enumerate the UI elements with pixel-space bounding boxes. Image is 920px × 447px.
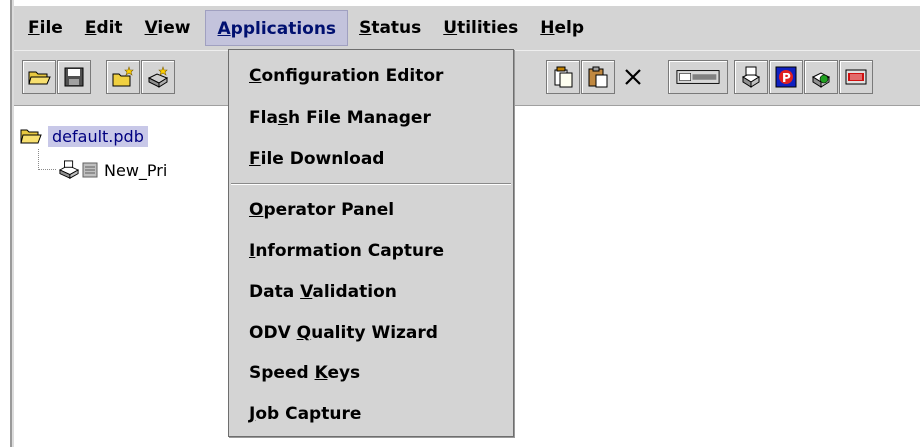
menu-item-mnemonic: C (249, 66, 262, 86)
menu-applications[interactable]: Applications (205, 10, 349, 46)
applications-dropdown-menu: Configuration Editor Flash File Manager … (228, 49, 514, 437)
menu-bar: File Edit View Applications Status Utili… (14, 6, 920, 50)
copy-icon (554, 66, 573, 88)
tree-connector-vertical (38, 149, 39, 170)
menu-item-label-rest: h File Manager (288, 108, 431, 128)
menu-file-mnemonic: F (28, 18, 40, 38)
menu-view-mnemonic: V (144, 18, 158, 38)
menu-item-label-rest: ile Download (260, 149, 385, 169)
menu-item-file-download[interactable]: File Download (249, 149, 384, 169)
open-folder-icon (28, 71, 51, 85)
new-printer-icon (147, 66, 169, 88)
delete-button[interactable] (616, 60, 650, 94)
menu-item-label-rest: onfiguration Editor (261, 66, 444, 86)
menu-help-rest: elp (554, 18, 585, 38)
paste-icon (588, 66, 608, 88)
menu-item-mnemonic: s (277, 108, 289, 128)
menu-item-data-validation[interactable]: Data Validation (249, 282, 397, 302)
menu-item-mnemonic: K (314, 363, 328, 383)
tree-child-node[interactable]: New_Pri (58, 157, 167, 183)
menu-file[interactable]: File (14, 10, 74, 46)
application-window: File Edit View Applications Status Utili… (0, 0, 920, 447)
copy-button[interactable] (546, 60, 580, 94)
ppd-icon: P (775, 66, 797, 88)
media-icon (845, 69, 867, 85)
menu-item-label-prefix: Speed (249, 363, 315, 383)
printer-settings-button[interactable] (734, 60, 768, 94)
new-printer-button[interactable] (141, 60, 175, 94)
menu-edit[interactable]: Edit (74, 10, 134, 46)
list-icon (82, 162, 98, 178)
menu-view[interactable]: View (134, 10, 202, 46)
menu-item-label-rest: uality Wizard (311, 323, 438, 343)
menu-item-label-prefix: Fla (249, 108, 278, 128)
paste-button[interactable] (581, 60, 615, 94)
menu-status-rest: tatus (371, 18, 422, 38)
menu-utilities-mnemonic: U (443, 18, 458, 38)
printer-panel-button[interactable] (668, 60, 728, 94)
menu-item-mnemonic: O (249, 200, 264, 220)
open-folder-icon (20, 129, 42, 144)
save-disk-icon (64, 67, 84, 87)
tree-root-label[interactable]: default.pdb (48, 125, 148, 147)
menu-item-odv-quality-wizard[interactable]: ODV Quality Wizard (249, 323, 438, 343)
printer-panel-icon (676, 70, 720, 84)
menu-applications-mnemonic: A (217, 19, 231, 39)
menu-item-label-rest: ob Capture (255, 404, 362, 424)
menu-item-label-rest: nformation Capture (255, 241, 444, 261)
printer-icon (58, 160, 80, 179)
menu-separator (231, 183, 511, 185)
menu-edit-mnemonic: E (84, 18, 97, 38)
new-folder-button[interactable] (106, 60, 140, 94)
menu-utilities[interactable]: Utilities (432, 10, 529, 46)
menu-item-flash-file-manager[interactable]: Flash File Manager (249, 108, 431, 128)
add-printer-icon (811, 72, 831, 88)
menu-item-label-rest: perator Panel (263, 200, 395, 220)
menu-item-mnemonic: V (300, 282, 313, 302)
menu-item-label-prefix: Data (249, 282, 301, 302)
ppd-button[interactable]: P (769, 60, 803, 94)
menu-item-label-prefix: ODV (249, 323, 297, 343)
menu-help[interactable]: Help (529, 10, 595, 46)
menu-item-label-rest: eys (327, 363, 361, 383)
menu-edit-rest: dit (96, 18, 123, 38)
menu-item-job-capture[interactable]: Job Capture (249, 404, 361, 424)
svg-text:P: P (782, 71, 791, 85)
menu-item-operator-panel[interactable]: Operator Panel (249, 200, 394, 220)
menu-item-mnemonic: Q (296, 323, 312, 343)
tree-root-node[interactable]: default.pdb (20, 123, 148, 149)
delete-icon (625, 69, 641, 85)
menu-item-label-rest: alidation (312, 282, 397, 302)
menu-help-mnemonic: H (540, 18, 555, 38)
menu-item-configuration-editor[interactable]: Configuration Editor (249, 66, 443, 86)
menu-utilities-rest: tilities (457, 18, 519, 38)
menu-item-speed-keys[interactable]: Speed Keys (249, 363, 360, 383)
tree-child-label[interactable]: New_Pri (104, 161, 167, 180)
menu-file-rest: ile (39, 18, 63, 38)
menu-status[interactable]: Status (348, 10, 432, 46)
printer-settings-icon (741, 66, 761, 88)
add-printer-button[interactable] (804, 60, 838, 94)
menu-item-mnemonic: F (249, 149, 261, 169)
menu-item-information-capture[interactable]: Information Capture (249, 241, 444, 261)
new-folder-icon (112, 66, 134, 87)
menu-status-mnemonic: S (359, 18, 372, 38)
media-button[interactable] (839, 60, 873, 94)
open-folder-button[interactable] (22, 60, 56, 94)
save-button[interactable] (57, 60, 91, 94)
menu-view-rest: iew (157, 18, 191, 38)
menu-applications-rest: pplications (230, 19, 337, 39)
tree-connector-horizontal (38, 169, 56, 170)
